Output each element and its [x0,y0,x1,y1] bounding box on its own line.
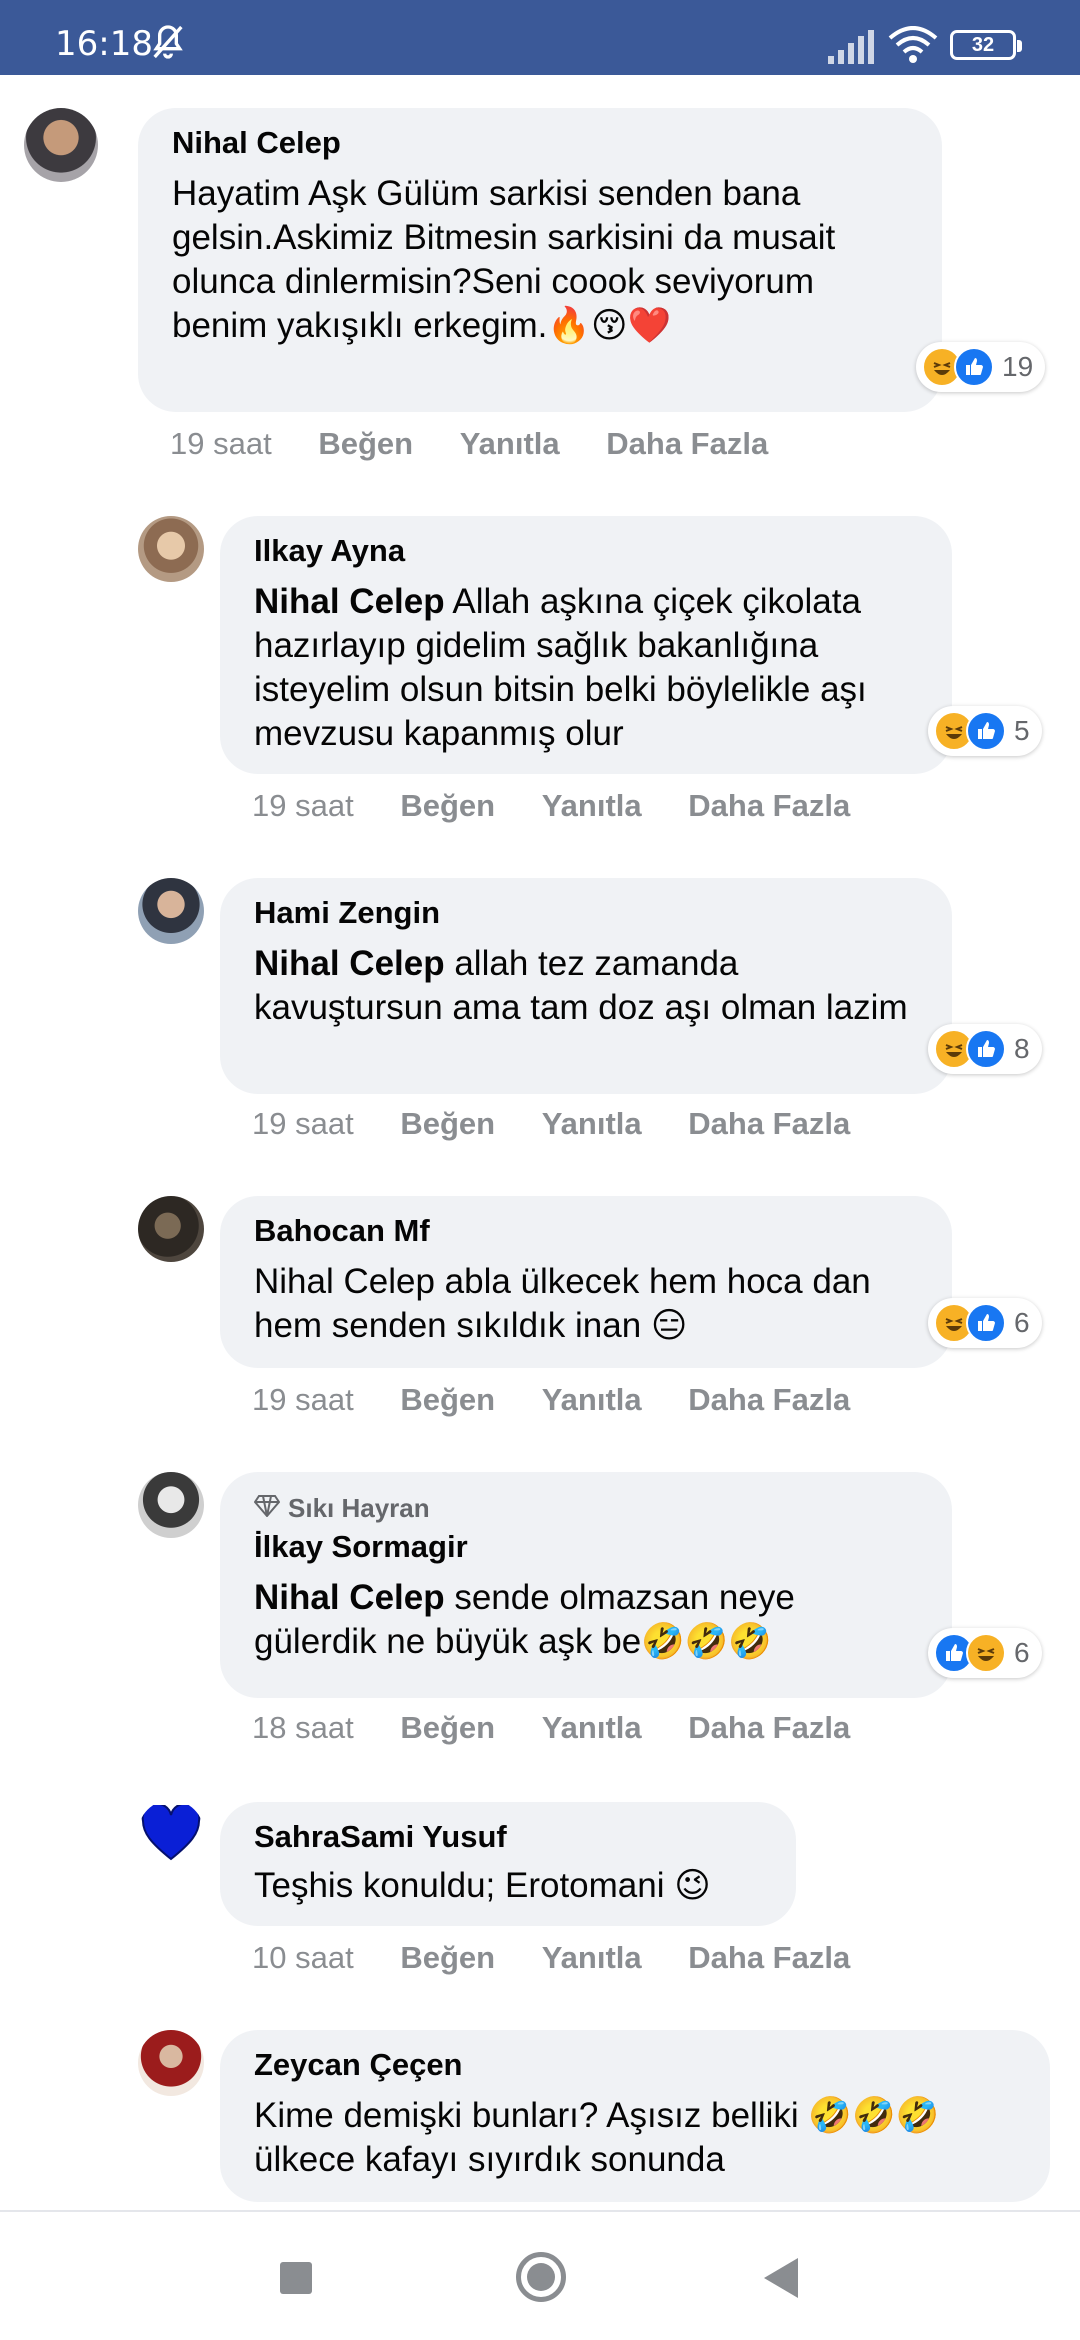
comment-meta: 19 saat Beğen Yanıtla Daha Fazla [252,1382,888,1418]
bell-muted-icon [153,25,183,59]
like-button[interactable]: Beğen [400,1106,495,1142]
avatar[interactable] [138,2030,204,2096]
reaction-count: 6 [1014,1307,1030,1338]
diamond-icon [253,1490,281,1526]
more-button[interactable]: Daha Fazla [688,1710,850,1746]
reply-button[interactable]: Yanıtla [542,788,642,824]
like-button[interactable]: Beğen [400,1940,495,1976]
fan-badge: Sıkı Hayran [253,1490,918,1526]
comment-time[interactable]: 10 saat [252,1940,354,1976]
like-button[interactable]: Beğen [318,426,413,462]
reaction-summary[interactable]: 6 [928,1628,1042,1678]
avatar[interactable] [138,516,204,582]
comment-author[interactable]: SahraSami Yusuf [254,1816,762,1858]
like-icon [966,1303,1006,1343]
reaction-summary[interactable]: 6 [928,1298,1042,1348]
clock: 16:18 [55,24,153,64]
comment-author[interactable]: Hami Zengin [254,892,918,934]
comment-bubble: Sıkı Hayran İlkay Sormagir Nihal Celep s… [220,1472,952,1698]
signal-icon [828,30,874,64]
reaction-count: 6 [1014,1637,1030,1668]
mention-link[interactable]: Nihal Celep [254,582,445,621]
reply-button[interactable]: Yanıtla [542,1382,642,1418]
comment-meta: 19 saat Beğen Yanıtla Daha Fazla [252,788,888,824]
home-button[interactable] [516,2252,566,2302]
comment-text: Teşhis konuldu; Erotomani 😉 [254,1866,711,1905]
reply-button[interactable]: Yanıtla [542,1106,642,1142]
back-button[interactable] [764,2258,798,2298]
more-button[interactable]: Daha Fazla [688,1382,850,1418]
comment-bubble: SahraSami Yusuf Teşhis konuldu; Erotoman… [220,1802,796,1926]
comment-bubble: Hami Zengin Nihal Celep allah tez zamand… [220,878,952,1094]
system-nav-bar [0,2210,1080,2340]
blue-heart-icon [141,1805,201,1861]
reply-button[interactable]: Yanıtla [460,426,560,462]
wifi-icon [888,26,938,63]
avatar[interactable] [138,1472,204,1538]
reaction-summary[interactable]: 5 [928,706,1042,756]
comment-meta: 18 saat Beğen Yanıtla Daha Fazla [252,1710,888,1746]
reaction-count: 19 [1002,351,1034,382]
comment-time[interactable]: 19 saat [252,1382,354,1418]
reaction-summary[interactable]: 19 [916,342,1046,392]
comment-text: Nihal Celep sende olmazsan neye gülerdik… [254,1576,918,1664]
reaction-count: 8 [1014,1033,1030,1064]
comment-bubble: Ilkay Ayna Nihal Celep Allah aşkına çiçe… [220,516,952,774]
like-button[interactable]: Beğen [400,1382,495,1418]
reaction-count: 5 [1014,715,1030,746]
haha-icon [966,1633,1006,1673]
comment-text: Kime demişki bunları? Aşısız belliki 🤣🤣🤣… [254,2096,940,2179]
comment-meta: 19 saat Beğen Yanıtla Daha Fazla [170,426,806,462]
avatar[interactable] [138,1196,204,1262]
mention-link[interactable]: Nihal Celep [254,944,445,983]
comment-meta: 19 saat Beğen Yanıtla Daha Fazla [252,1106,888,1142]
avatar[interactable] [138,878,204,944]
like-icon [966,1029,1006,1069]
comment-text: Hayatim Aşk Gülüm sarkisi senden bana ge… [172,174,836,345]
comment-text: Nihal Celep abla ülkecek hem hoca dan he… [254,1262,871,1345]
comment-time[interactable]: 19 saat [170,426,272,462]
comment-bubble: Nihal Celep Hayatim Aşk Gülüm sarkisi se… [138,108,942,412]
comment-time[interactable]: 19 saat [252,1106,354,1142]
comment-bubble: Zeycan Çeçen Kime demişki bunları? Aşısı… [220,2030,1050,2202]
comment-meta: 10 saat Beğen Yanıtla Daha Fazla [252,1940,888,1976]
battery-indicator: 32 [950,30,1022,60]
comment-author[interactable]: Nihal Celep [172,122,908,164]
mention-link[interactable]: Nihal Celep [254,1578,445,1617]
more-button[interactable]: Daha Fazla [606,426,768,462]
comment-text: Nihal Celep allah tez zamanda kavuştursu… [254,942,918,1030]
more-button[interactable]: Daha Fazla [688,1106,850,1142]
more-button[interactable]: Daha Fazla [688,788,850,824]
more-button[interactable]: Daha Fazla [688,1940,850,1976]
reply-button[interactable]: Yanıtla [542,1710,642,1746]
like-icon [966,711,1006,751]
recent-apps-button[interactable] [280,2262,312,2294]
comment-bubble: Bahocan Mf Nihal Celep abla ülkecek hem … [220,1196,952,1368]
reaction-summary[interactable]: 8 [928,1024,1042,1074]
like-icon [954,347,994,387]
comment-time[interactable]: 19 saat [252,788,354,824]
avatar[interactable] [24,108,98,182]
comment-time[interactable]: 18 saat [252,1710,354,1746]
comment-author[interactable]: Ilkay Ayna [254,530,918,572]
comment-author[interactable]: İlkay Sormagir [254,1526,918,1568]
comment-author[interactable]: Zeycan Çeçen [254,2044,1016,2086]
comment-text: Nihal Celep Allah aşkına çiçek çikolata … [254,580,918,756]
status-bar: 16:18 32 [0,0,1080,75]
comment-author[interactable]: Bahocan Mf [254,1210,918,1252]
reply-button[interactable]: Yanıtla [542,1940,642,1976]
fan-badge-label: Sıkı Hayran [288,1493,430,1523]
like-button[interactable]: Beğen [400,788,495,824]
like-button[interactable]: Beğen [400,1710,495,1746]
avatar[interactable] [138,1800,204,1866]
